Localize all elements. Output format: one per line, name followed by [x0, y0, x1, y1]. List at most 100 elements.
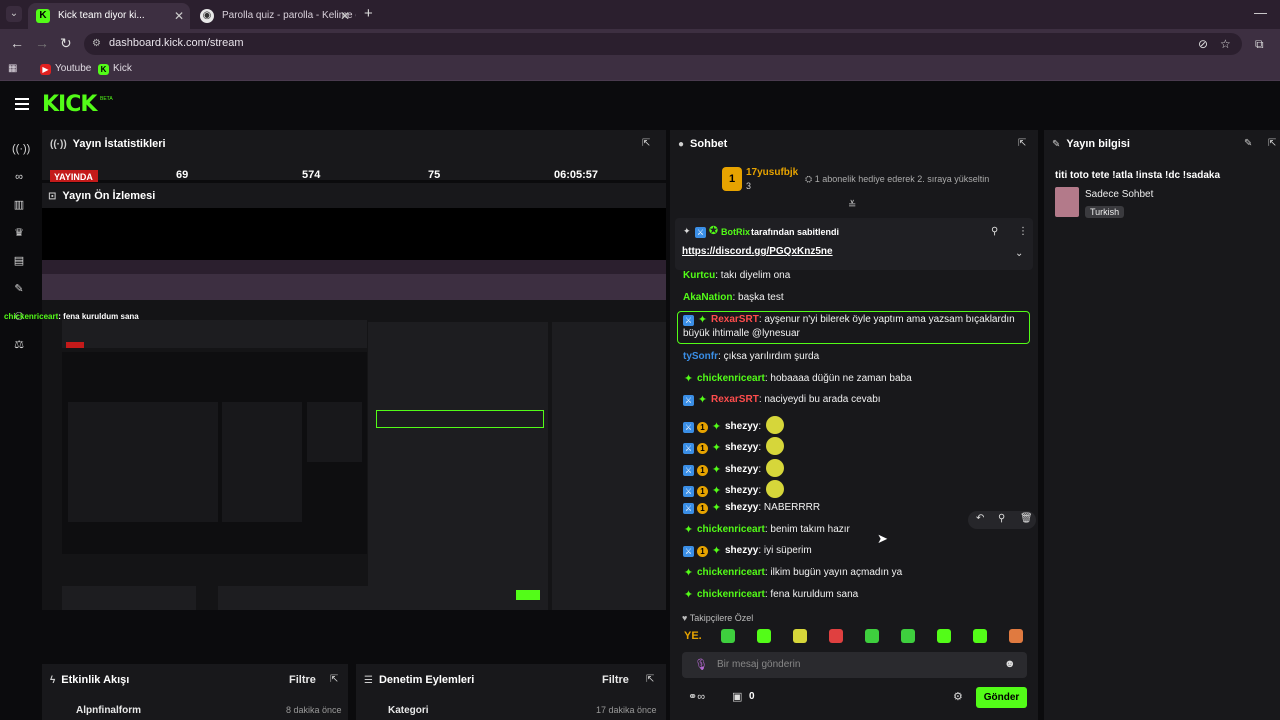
collapse-leaderboard-icon[interactable]: ≚	[848, 200, 856, 211]
moderation-icon[interactable]: ⚖	[12, 338, 26, 352]
chat-message[interactable]: ⚔ 1 ✦ shezyy:	[683, 480, 784, 498]
unpin-icon[interactable]: ⚲	[991, 226, 998, 237]
link-icon[interactable]: ∞	[12, 170, 26, 184]
emote-image[interactable]	[765, 459, 784, 477]
chat-message[interactable]: ⚔ 1 ✦ shezyy:	[683, 437, 784, 455]
forward-arrow-icon[interactable]: →	[35, 35, 49, 51]
og-badge-icon: ✦	[711, 421, 722, 433]
more-options-icon[interactable]: ⋮	[1018, 226, 1028, 237]
apps-grid-icon[interactable]: ▦	[8, 63, 17, 74]
top-gifter-name[interactable]: 17yusufbjk	[746, 167, 798, 178]
close-tab-icon[interactable]: ✕	[174, 3, 184, 29]
reply-icon[interactable]: ↶	[976, 513, 984, 524]
chat-message[interactable]: tySonfr: çıksa yarılırdım şurda	[683, 351, 819, 362]
chat-username[interactable]: tySonfr	[683, 351, 718, 362]
bookmark-kick[interactable]: K Kick	[98, 63, 132, 75]
emote-image[interactable]	[765, 416, 784, 434]
emote-quick-pick[interactable]	[721, 629, 735, 643]
analytics-icon[interactable]: ▥	[12, 198, 26, 212]
wrench-icon[interactable]: ✎	[12, 282, 26, 296]
popout-icon[interactable]: ⇱	[330, 674, 338, 685]
reload-icon[interactable]: ↻	[60, 35, 72, 52]
url-field[interactable]: ⚙ dashboard.kick.com/stream	[84, 33, 1242, 55]
menu-icon[interactable]	[15, 98, 29, 110]
chat-message[interactable]: ⚔ ✦ RexarSRT: naciyeydi bu arada cevabı	[683, 394, 881, 406]
chat-message[interactable]: ✦ chickenriceart: benim takım hazır	[683, 524, 850, 536]
edit-icon[interactable]: ✎	[1244, 138, 1252, 149]
popout-icon[interactable]: ⇱	[1018, 138, 1026, 149]
chat-message[interactable]: ✦ chickenriceart: fena kuruldum sana	[683, 589, 858, 601]
chat-username[interactable]: RexarSRT	[711, 394, 759, 405]
emote-quick-pick[interactable]	[1009, 629, 1023, 643]
chat-message[interactable]: Kurtcu: takı diyelim ona	[683, 270, 790, 281]
chat-username[interactable]: chickenriceart	[697, 524, 765, 535]
chat-username[interactable]: Kurtcu	[683, 270, 715, 281]
pinned-by-user[interactable]: BotRix	[721, 227, 750, 237]
chat-message[interactable]: ⚔ 1 ✦ shezyy: NABERRRR	[683, 502, 820, 514]
chat-username[interactable]: chickenriceart	[697, 567, 765, 578]
emote-quick-pick[interactable]	[937, 629, 951, 643]
filter-button[interactable]: Filtre	[602, 674, 629, 686]
emote-image[interactable]	[765, 480, 784, 498]
chat-input[interactable]: 🎙 Bir mesaj gönderin ☻	[682, 652, 1027, 678]
emote-quick-pick[interactable]	[757, 629, 771, 643]
trophy-icon[interactable]: ♛	[12, 226, 26, 240]
filter-button[interactable]: Filtre	[289, 674, 316, 686]
browser-tab-kick[interactable]: K Kick team diyor ki... ✕	[28, 3, 190, 29]
emote-quick-pick[interactable]	[901, 629, 915, 643]
mini-info	[552, 322, 666, 610]
kick-logo[interactable]: KICK	[42, 92, 97, 117]
chat-message[interactable]: ✦ chickenriceart: ilkim bugün yayın açmad…	[683, 567, 902, 579]
chat-username[interactable]: shezyy	[725, 442, 758, 453]
eye-off-icon[interactable]: ⊘	[1198, 37, 1208, 51]
popout-icon[interactable]: ⇱	[1268, 138, 1276, 149]
chat-username[interactable]: AkaNation	[683, 292, 732, 303]
emote-image[interactable]	[765, 437, 784, 455]
chat-message[interactable]: ✦ chickenriceart: hobaaaa düğün ne zaman …	[683, 373, 912, 385]
chat-message[interactable]: AkaNation: başka test	[683, 292, 784, 303]
emote-ye[interactable]: YE.	[684, 630, 702, 642]
emoji-picker-icon[interactable]: ☻	[1004, 658, 1016, 670]
chat-username[interactable]: shezyy	[725, 421, 758, 432]
emote-quick-pick[interactable]	[793, 629, 807, 643]
emote-quick-pick[interactable]	[973, 629, 987, 643]
delete-icon[interactable]: 🗑	[1020, 513, 1033, 524]
pinned-message[interactable]: ✦ ⚔ ✪ BotRix tarafından sabitlendi https…	[675, 218, 1033, 270]
chat-username[interactable]: chickenriceart	[697, 373, 765, 384]
send-button[interactable]: Gönder	[976, 687, 1027, 708]
connection-icon[interactable]: ⚭∞	[688, 690, 705, 703]
new-tab-icon[interactable]: +	[364, 5, 373, 22]
popout-icon[interactable]: ⇱	[646, 674, 654, 685]
video-icon[interactable]: ▤	[12, 254, 26, 268]
chat-username[interactable]: shezyy	[725, 485, 758, 496]
wallet-icon[interactable]: ▣	[732, 690, 742, 703]
pinned-link[interactable]: https://discord.gg/PGQxKnz5ne	[682, 246, 833, 257]
minimize-icon[interactable]: —	[1254, 5, 1267, 20]
chat-username[interactable]: chickenriceart	[697, 589, 765, 600]
category-thumbnail[interactable]	[1055, 187, 1079, 217]
microphone-icon[interactable]: 🎙	[694, 658, 708, 671]
chat-message[interactable]: ⚔ 1 ✦ shezyy:	[683, 459, 784, 477]
chat-username[interactable]: shezyy	[725, 464, 758, 475]
popout-icon[interactable]: ⇱	[642, 138, 650, 149]
stream-broadcast-icon[interactable]: ((·))	[12, 142, 30, 156]
bookmark-youtube[interactable]: ▶ Youtube	[40, 63, 91, 75]
pin-message-icon[interactable]: ⚲	[998, 513, 1005, 524]
browser-tab-parolla[interactable]: ◉ Parolla quiz - parolla - Kelime o ✕	[192, 3, 356, 29]
chat-message[interactable]: ⚔ 1 ✦ shezyy: iyi süperim	[683, 545, 812, 557]
back-arrow-icon[interactable]: ←	[10, 35, 24, 51]
chat-username[interactable]: shezyy	[725, 545, 758, 556]
chat-message[interactable]: ⚔ 1 ✦ shezyy:	[683, 416, 784, 434]
chat-settings-icon[interactable]: ⚙	[953, 690, 963, 703]
chat-username[interactable]: shezyy	[725, 502, 758, 513]
close-tab-icon[interactable]: ✕	[340, 3, 350, 29]
tab-search-icon[interactable]: ⌄	[6, 6, 22, 22]
extensions-icon[interactable]: ⧉	[1255, 37, 1264, 52]
emote-quick-pick[interactable]	[865, 629, 879, 643]
chevron-down-icon[interactable]: ⌄	[1015, 248, 1023, 259]
category-name[interactable]: Sadece Sohbet	[1085, 189, 1153, 200]
star-icon[interactable]: ☆	[1220, 37, 1231, 51]
gift-prompt[interactable]: ⛭ 1 abonelik hediye ederek 2. sıraya yük…	[805, 174, 989, 185]
site-settings-icon[interactable]: ⚙	[92, 38, 101, 49]
emote-quick-pick[interactable]	[829, 629, 843, 643]
